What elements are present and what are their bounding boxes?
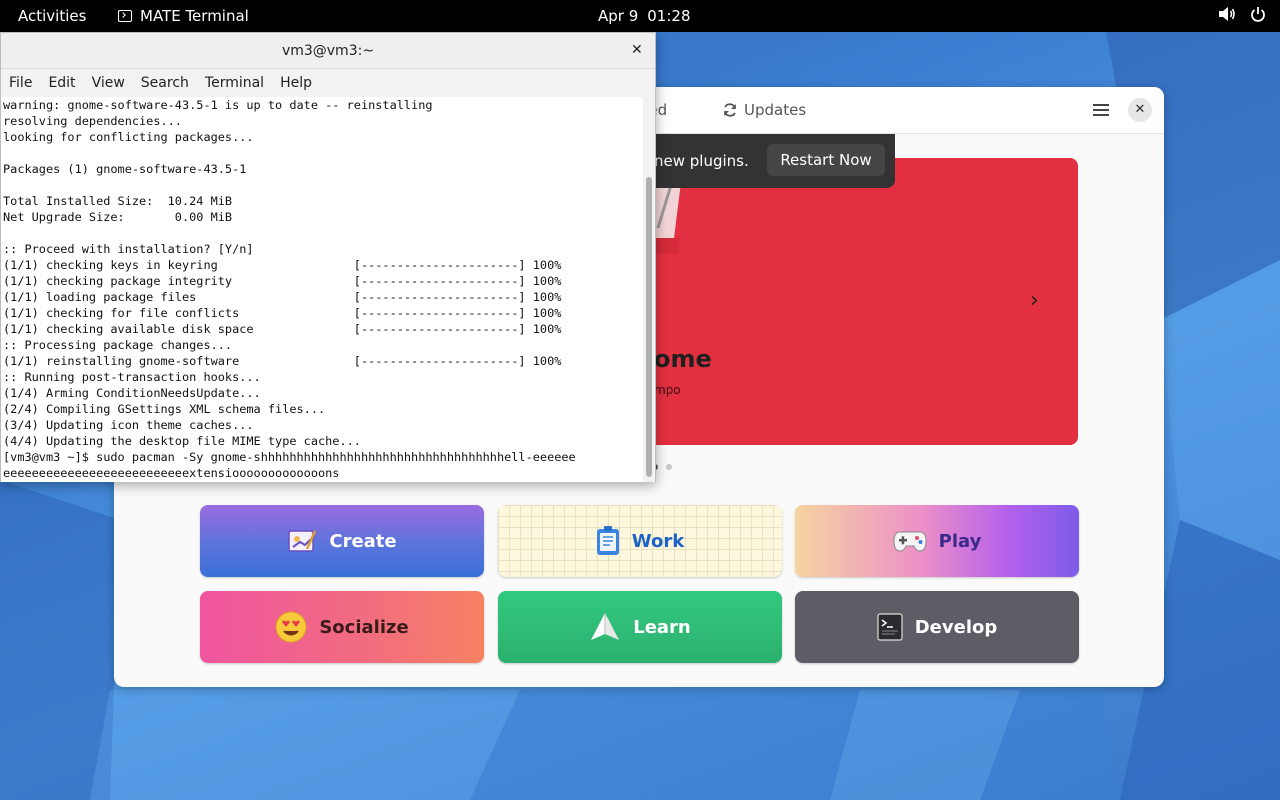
clock-time: 01:28: [647, 7, 691, 25]
banner-app-subtitle: mpo: [654, 383, 681, 397]
terminal-scrollbar[interactable]: [643, 97, 655, 482]
heart-eyes-emoji-icon: [275, 611, 307, 643]
volume-icon[interactable]: [1218, 6, 1236, 26]
terminal-line: Net Upgrade Size: 0.00 MiB: [3, 210, 233, 224]
clock[interactable]: Apr 9 01:28: [598, 7, 691, 25]
terminal-line: (2/4) Compiling GSettings XML schema fil…: [3, 402, 326, 416]
category-learn-label: Learn: [633, 616, 691, 638]
category-socialize-label: Socialize: [319, 616, 409, 638]
menu-view[interactable]: View: [92, 70, 125, 96]
category-play[interactable]: Play: [795, 505, 1079, 577]
carousel-dot[interactable]: [666, 464, 672, 470]
terminal-line: Total Installed Size: 10.24 MiB: [3, 194, 233, 208]
terminal-line: :: Proceed with installation? [Y/n]: [3, 242, 254, 256]
category-socialize[interactable]: Socialize: [200, 591, 484, 663]
software-close-button[interactable]: ✕: [1128, 98, 1152, 122]
category-develop[interactable]: Develop: [795, 591, 1079, 663]
terminal-line: looking for conflicting packages...: [3, 130, 254, 144]
terminal-line: [vm3@vm3 ~]$ sudo pacman -Sy gnome-shhhh…: [3, 450, 576, 464]
terminal-output[interactable]: warning: gnome-software-43.5-1 is up to …: [1, 97, 643, 482]
terminal-line: (3/4) Updating icon theme caches...: [3, 418, 254, 432]
menu-terminal[interactable]: Terminal: [205, 70, 264, 96]
scrollbar-thumb[interactable]: [646, 177, 652, 477]
terminal-line: (1/4) Arming ConditionNeedsUpdate...: [3, 386, 261, 400]
activities-button[interactable]: Activities: [18, 7, 86, 25]
terminal-line: (1/1) checking for file conflicts [-----…: [3, 306, 562, 320]
terminal-line: (1/1) loading package files [-----------…: [3, 290, 562, 304]
app-menu[interactable]: MATE Terminal: [118, 7, 249, 25]
banner-app-title: ome: [654, 345, 712, 373]
chevron-right-icon[interactable]: ›: [1030, 288, 1039, 313]
system-tray[interactable]: [1218, 6, 1266, 26]
terminal-menu-bar: File Edit View Search Terminal Help: [1, 70, 655, 96]
terminal-line: (1/1) checking package integrity [------…: [3, 274, 562, 288]
refresh-icon: [724, 103, 736, 117]
top-bar: Activities MATE Terminal Apr 9 01:28: [0, 0, 1280, 32]
terminal-line: Packages (1) gnome-software-43.5-1: [3, 162, 247, 176]
terminal-line: :: Running post-transaction hooks...: [3, 370, 261, 384]
menu-file[interactable]: File: [9, 70, 32, 96]
terminal-line: eeeeeeeeeeeeeeeeeeeeeeeeeextensioooooooo…: [3, 466, 340, 480]
power-icon[interactable]: [1250, 6, 1266, 26]
terminal-line: resolving dependencies...: [3, 114, 182, 128]
category-develop-label: Develop: [914, 616, 998, 638]
hamburger-menu-icon[interactable]: [1090, 101, 1112, 119]
terminal-line: :: Processing package changes...: [3, 338, 233, 352]
terminal-title: vm3@vm3:~: [281, 43, 375, 59]
category-create-label: Create: [329, 530, 397, 552]
category-learn[interactable]: Learn: [498, 591, 782, 663]
tab-updates-label: Updates: [744, 101, 807, 119]
clock-date: Apr 9: [598, 7, 639, 25]
terminal-window: vm3@vm3:~ ✕ File Edit View Search Termin…: [0, 32, 656, 482]
menu-search[interactable]: Search: [141, 70, 189, 96]
menu-help[interactable]: Help: [280, 70, 312, 96]
terminal-line: (4/4) Updating the desktop file MIME typ…: [3, 434, 361, 448]
restart-now-button[interactable]: Restart Now: [767, 144, 885, 176]
notification-text: new plugins.: [654, 152, 749, 170]
terminal-close-button[interactable]: ✕: [631, 42, 643, 58]
gamepad-icon: [893, 531, 927, 552]
terminal-line: warning: gnome-software-43.5-1 is up to …: [3, 98, 433, 112]
create-icon: [288, 530, 317, 552]
category-play-label: Play: [938, 530, 982, 552]
category-work-label: Work: [631, 530, 685, 552]
category-work[interactable]: Work: [498, 505, 782, 577]
menu-edit[interactable]: Edit: [48, 70, 75, 96]
terminal-app-icon: [877, 613, 903, 641]
terminal-line: (1/1) checking available disk space [---…: [3, 322, 562, 336]
terminal-line: (1/1) reinstalling gnome-software [-----…: [3, 354, 562, 368]
paper-plane-icon: [591, 613, 620, 640]
terminal-line: (1/1) checking keys in keyring [--------…: [3, 258, 562, 272]
app-menu-label: MATE Terminal: [140, 7, 249, 25]
terminal-title-bar[interactable]: vm3@vm3:~ ✕: [1, 33, 655, 69]
terminal-icon: [118, 10, 132, 22]
work-icon: [596, 526, 619, 555]
category-create[interactable]: Create: [200, 505, 484, 577]
tab-updates[interactable]: Updates: [722, 101, 806, 119]
